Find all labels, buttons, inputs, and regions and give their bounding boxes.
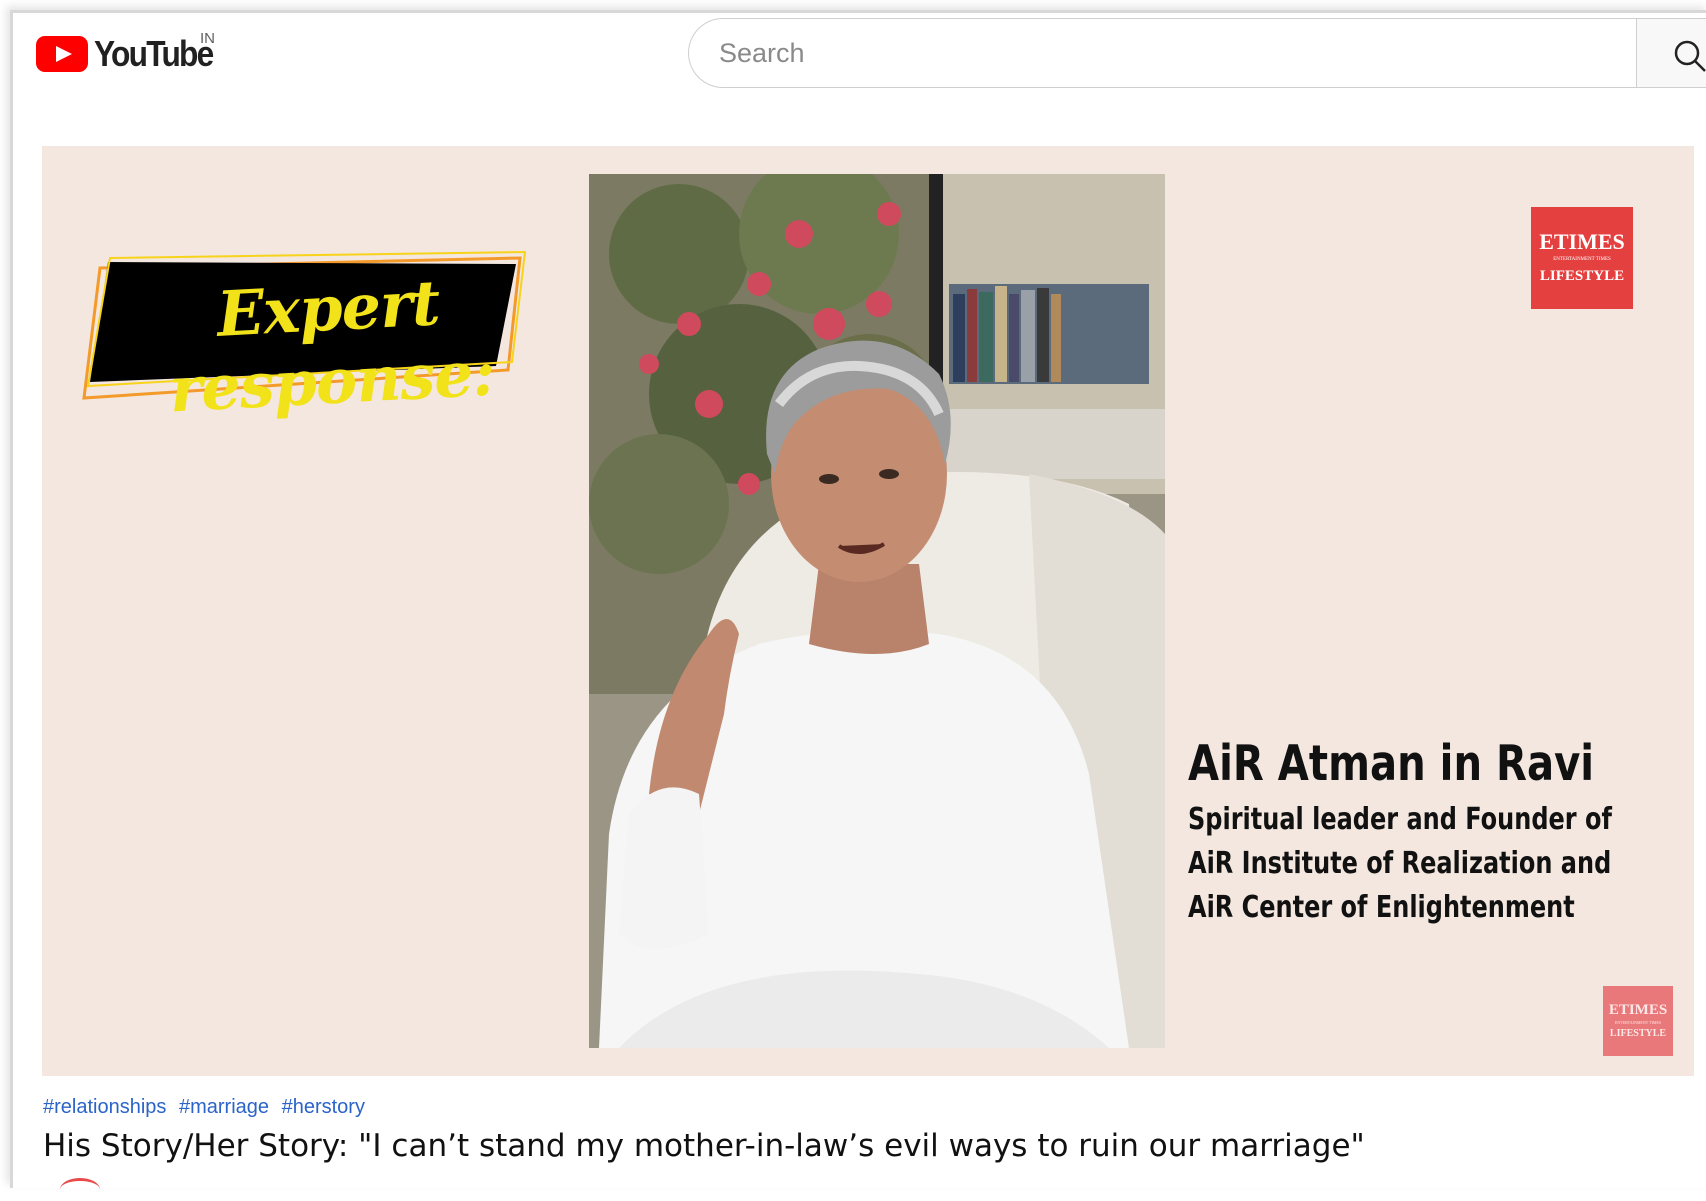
youtube-play-icon (36, 36, 88, 72)
expert-response-heading: Expert response: (167, 266, 497, 427)
hashtag-link[interactable]: #marriage (179, 1096, 269, 1118)
speaker-role-line: AiR Institute of Realization and (1188, 846, 1612, 881)
hashtag-link[interactable]: #relationships (43, 1096, 166, 1118)
video-player[interactable]: Expert response: ETIMES ENTERTAINMENT TI… (42, 146, 1694, 1076)
search-icon (1674, 40, 1706, 72)
speaker-name: AiR Atman in Ravi (1188, 735, 1595, 792)
etimes-watermark-tagline: ENTERTAINMENT TIMES (1614, 1020, 1662, 1025)
etimes-logo-tagline: ENTERTAINMENT TIMES (1553, 257, 1611, 262)
etimes-watermark: ETIMES ENTERTAINMENT TIMES LIFESTYLE (1603, 986, 1673, 1056)
search-input[interactable] (717, 36, 1601, 70)
etimes-watermark-sub: LIFESTYLE (1609, 1028, 1667, 1039)
etimes-lifestyle-logo: ETIMES ENTERTAINMENT TIMES LIFESTYLE (1531, 207, 1633, 309)
speaker-role-line: Spiritual leader and Founder of (1188, 802, 1612, 837)
video-title: His Story/Her Story: "I can’t stand my m… (43, 1128, 1365, 1164)
channel-avatar[interactable] (60, 1178, 100, 1201)
hashtag-list: #relationships #marriage #herstory (43, 1096, 372, 1119)
country-code: IN (200, 30, 215, 47)
youtube-logo[interactable]: YouTube IN (36, 30, 229, 74)
speaker-role-line: AiR Center of Enlightenment (1188, 890, 1575, 925)
youtube-wordmark: YouTube (94, 33, 214, 74)
etimes-logo-sub: LIFESTYLE (1539, 268, 1625, 284)
speaker-photo-art (589, 174, 1165, 1048)
etimes-watermark-main: ETIMES (1608, 1002, 1668, 1018)
speaker-photo (589, 174, 1165, 1048)
etimes-logo-main: ETIMES (1539, 229, 1625, 254)
search-box[interactable] (688, 18, 1706, 88)
hashtag-link[interactable]: #herstory (282, 1096, 365, 1118)
expert-response-banner: Expert response: (80, 248, 550, 426)
speaker-caption: AiR Atman in Ravi Spiritual leader and F… (1188, 734, 1648, 926)
search-button[interactable] (1636, 18, 1706, 88)
